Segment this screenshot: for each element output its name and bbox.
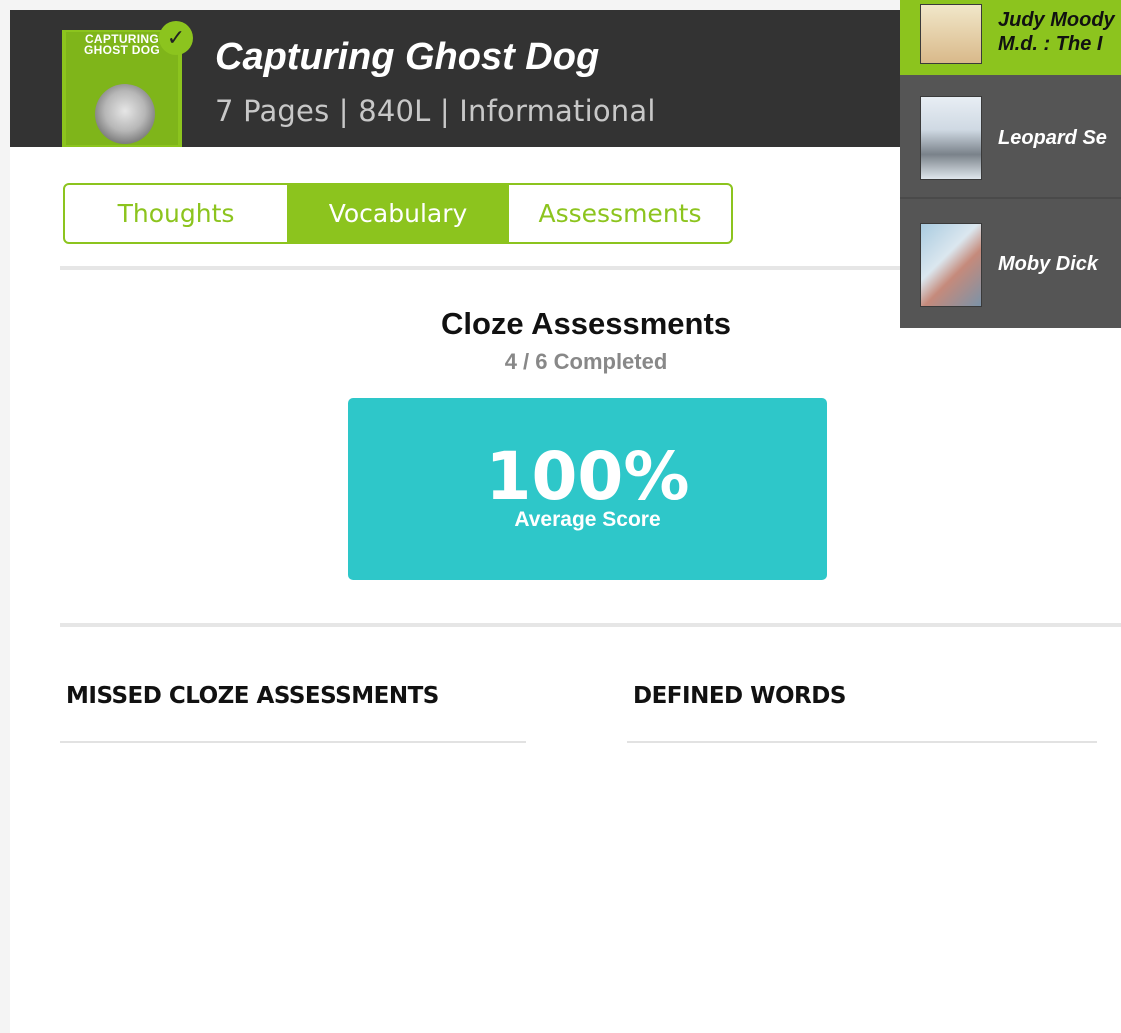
- missed-cloze-heading: MISSED CLOZE ASSESSMENTS: [66, 683, 439, 709]
- book-list-title: Moby Dick: [998, 253, 1099, 275]
- tab-thoughts[interactable]: Thoughts: [65, 185, 287, 242]
- average-score-value: 100%: [485, 438, 690, 515]
- book-list-item[interactable]: Moby Dick: [900, 201, 1121, 328]
- book-list-title-line: M.d. : The I: [998, 32, 1103, 55]
- book-list-title: Judy Moody M.d. : The I: [998, 8, 1115, 56]
- tab-assessments[interactable]: Assessments: [509, 185, 731, 242]
- tab-vocabulary[interactable]: Vocabulary: [287, 185, 509, 242]
- cover-photo: [95, 84, 155, 144]
- tab-bar: Thoughts Vocabulary Assessments: [63, 183, 733, 244]
- defined-words-heading: DEFINED WORDS: [633, 683, 846, 709]
- book-list-item[interactable]: Leopard Se: [900, 79, 1121, 199]
- divider: [60, 623, 1121, 627]
- cloze-title: Cloze Assessments: [440, 306, 732, 341]
- book-meta: 7 Pages | 840L | Informational: [215, 94, 656, 128]
- missed-cloze-divider: [60, 741, 526, 743]
- average-score-label: Average Score: [514, 508, 661, 531]
- completed-check-icon: ✓: [159, 21, 193, 55]
- defined-words-divider: [627, 741, 1097, 743]
- book-thumbnail: [920, 222, 982, 307]
- book-list-title-line: Judy Moody: [998, 8, 1115, 31]
- book-thumbnail: [920, 96, 982, 180]
- cover-art: CAPTURING GHOST DOG: [66, 32, 178, 145]
- book-list-title: Leopard Se: [998, 126, 1107, 149]
- cloze-completed-count: 4 / 6 Completed: [504, 349, 668, 374]
- book-list-item[interactable]: Judy Moody M.d. : The I: [900, 0, 1121, 75]
- book-thumbnail: [920, 3, 982, 64]
- book-list-overlay: Judy Moody M.d. : The I Leopard Se Moby …: [900, 0, 1121, 328]
- book-title: Capturing Ghost Dog: [215, 36, 600, 78]
- average-score-card: 100% Average Score: [348, 398, 827, 580]
